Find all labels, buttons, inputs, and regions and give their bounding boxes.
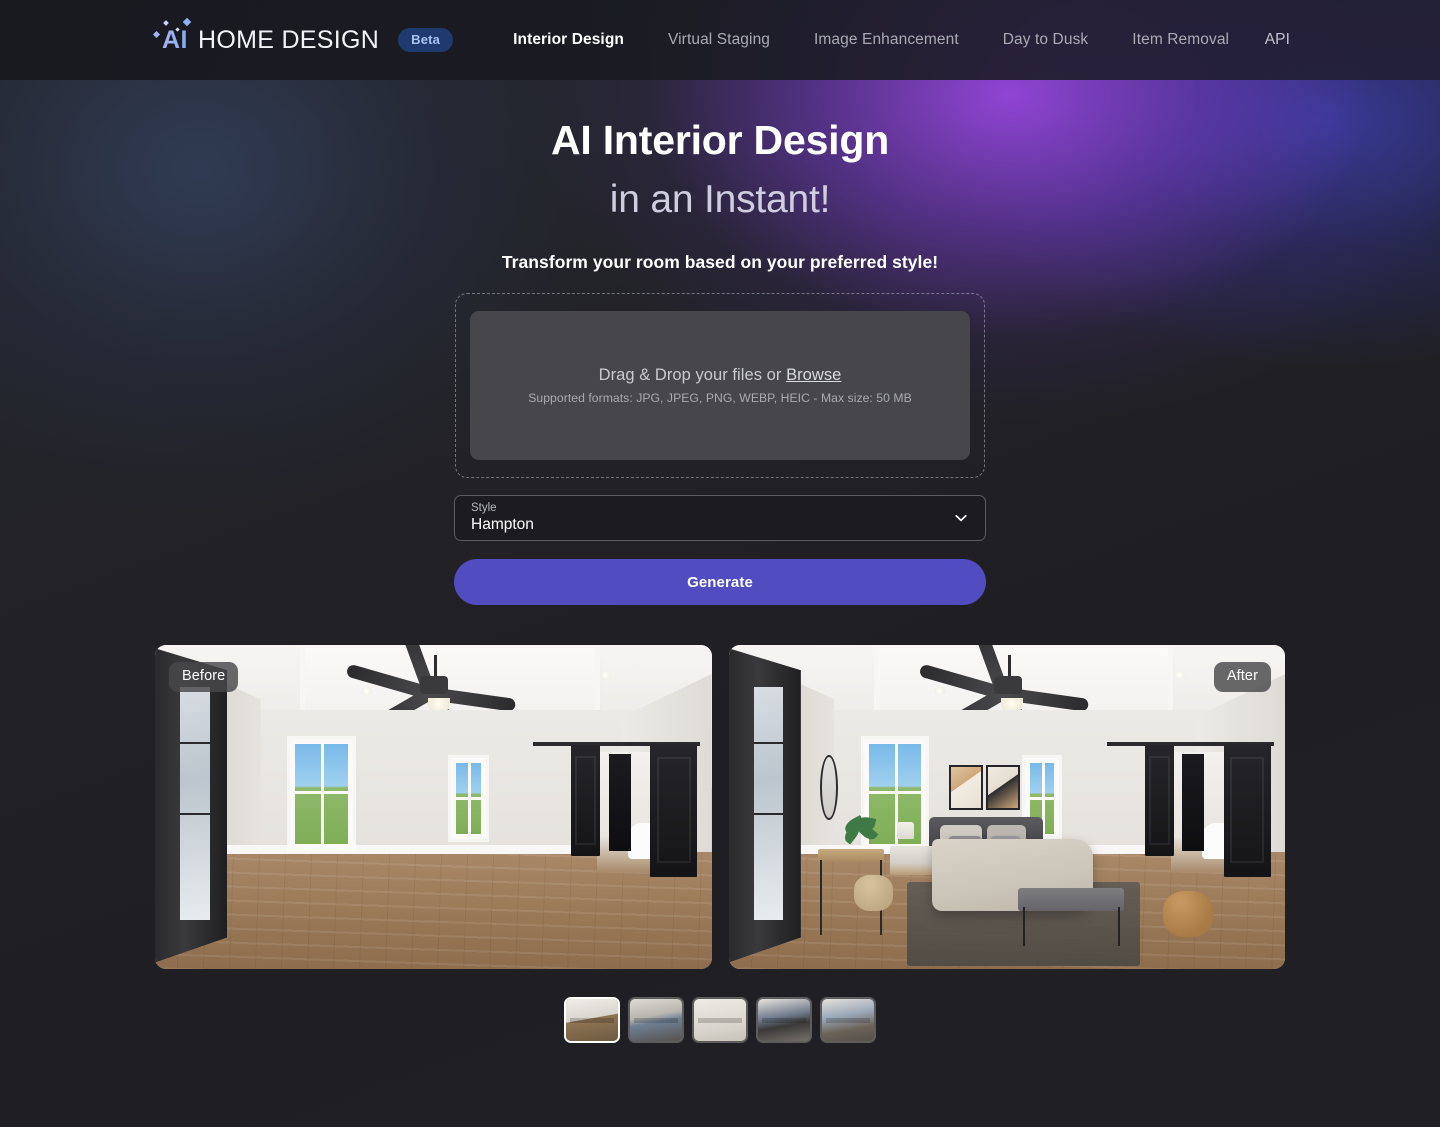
- chevron-down-icon[interactable]: [953, 510, 969, 526]
- page-background: AI HOME DESIGN Beta Interior Design Virt…: [0, 0, 1440, 1127]
- nav-item-interior-design[interactable]: Interior Design: [491, 31, 646, 49]
- brand-logo[interactable]: AI HOME DESIGN Beta: [152, 17, 454, 55]
- thumbnail-image: [694, 999, 746, 1041]
- before-room-image: [155, 645, 712, 969]
- nav-item-item-removal[interactable]: Item Removal: [1110, 31, 1251, 49]
- style-select-texts: Style Hampton: [471, 502, 534, 533]
- sparkle-icon: [152, 30, 161, 38]
- thumbnail-strip: [0, 997, 1440, 1043]
- thumbnail-image: [822, 999, 874, 1041]
- dropzone-supported-formats: Supported formats: JPG, JPEG, PNG, WEBP,…: [528, 391, 912, 405]
- before-label-badge: Before: [169, 662, 239, 692]
- before-after-comparison: Before After: [155, 645, 1285, 969]
- file-dropzone[interactable]: Drag & Drop your files or Browse Support…: [455, 293, 985, 478]
- style-select-label: Style: [471, 502, 497, 515]
- nav-links: Interior Design Virtual Staging Image En…: [491, 31, 1251, 49]
- after-label-badge: After: [1213, 662, 1271, 692]
- nav-item-virtual-staging[interactable]: Virtual Staging: [646, 31, 792, 49]
- page-subtitle: Transform your room based on your prefer…: [501, 251, 939, 272]
- thumbnail-item-1[interactable]: [564, 997, 620, 1043]
- hero-section: AI Interior Design in an Instant! Transf…: [0, 80, 1440, 273]
- after-image-card[interactable]: After: [728, 645, 1285, 969]
- thumbnail-item-3[interactable]: [692, 997, 748, 1043]
- sparkle-icon: [163, 19, 169, 26]
- style-select[interactable]: Style Hampton: [454, 495, 986, 541]
- style-select-value: Hampton: [471, 515, 534, 533]
- thumbnail-item-2[interactable]: [628, 997, 684, 1043]
- nav-right-group: API: [1265, 31, 1290, 49]
- top-navigation-bar: AI HOME DESIGN Beta Interior Design Virt…: [0, 0, 1440, 80]
- thumbnail-image: [758, 999, 810, 1041]
- thumbnail-item-5[interactable]: [820, 997, 876, 1043]
- generate-button[interactable]: Generate: [454, 559, 986, 605]
- page-title-line-2: in an Instant!: [609, 177, 831, 221]
- file-dropzone-inner[interactable]: Drag & Drop your files or Browse Support…: [470, 311, 970, 460]
- before-image-card[interactable]: Before: [155, 645, 712, 969]
- browse-link[interactable]: Browse: [786, 366, 841, 384]
- after-room-image: [728, 645, 1285, 969]
- nav-item-day-to-dusk[interactable]: Day to Dusk: [981, 31, 1111, 49]
- dropzone-instruction-text: Drag & Drop your files or: [598, 366, 787, 384]
- thumbnail-item-4[interactable]: [756, 997, 812, 1043]
- dropzone-instruction: Drag & Drop your files or Browse: [599, 366, 842, 385]
- beta-badge: Beta: [398, 28, 454, 52]
- nav-item-api[interactable]: API: [1265, 31, 1290, 49]
- brand-ai-text: AI: [152, 17, 192, 55]
- brand-name-label: HOME DESIGN: [198, 25, 380, 54]
- page-title-line-1: AI Interior Design: [550, 117, 890, 163]
- thumbnail-image: [566, 999, 618, 1041]
- nav-item-image-enhancement[interactable]: Image Enhancement: [792, 31, 981, 49]
- thumbnail-image: [630, 999, 682, 1041]
- sparkle-icon: [182, 17, 192, 26]
